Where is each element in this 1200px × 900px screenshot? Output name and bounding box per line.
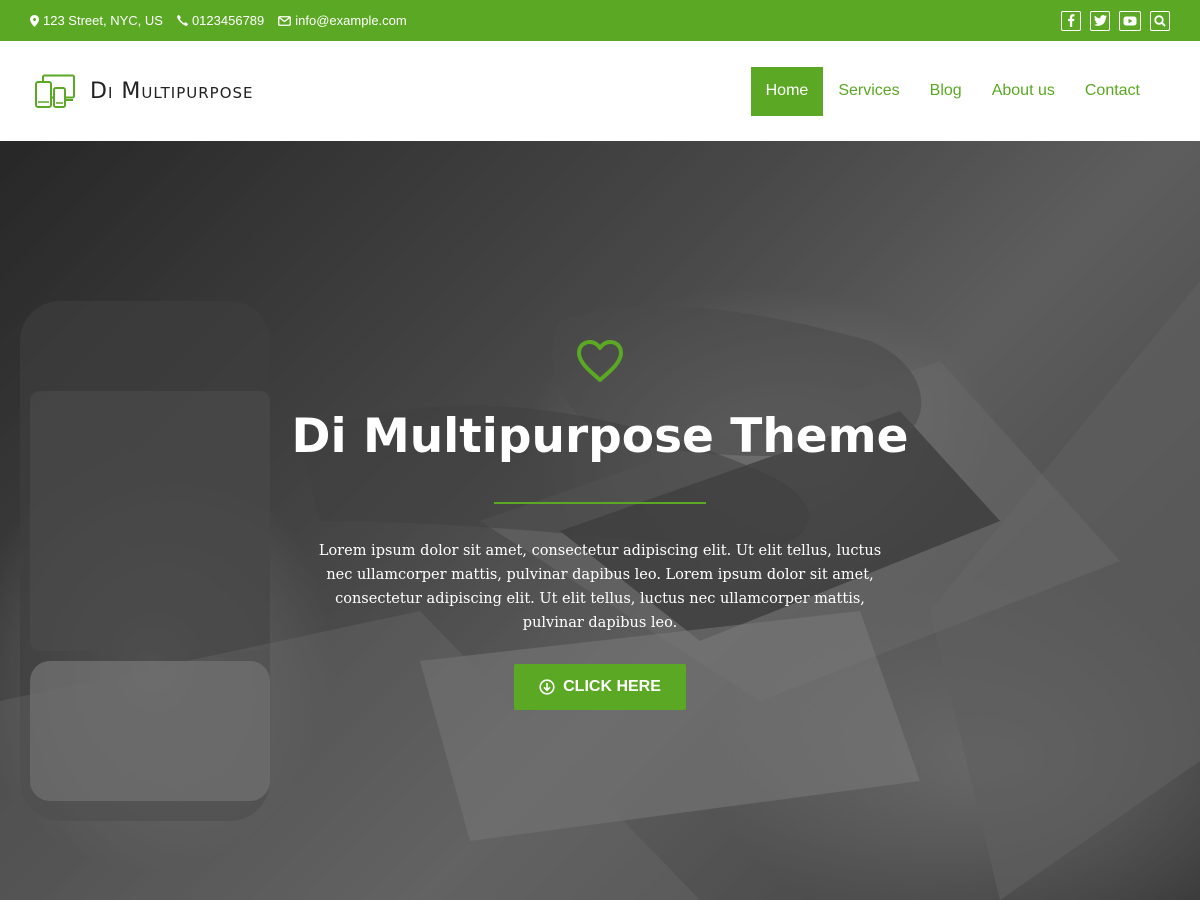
hero-title: Di Multipurpose Theme [291, 409, 909, 464]
nav-item-blog[interactable]: Blog [915, 67, 977, 116]
nav-item-contact[interactable]: Contact [1070, 67, 1155, 116]
envelope-icon [278, 15, 292, 26]
hero-section: Di Multipurpose Theme Lorem ipsum dolor … [0, 141, 1200, 900]
twitter-icon [1093, 15, 1107, 26]
search-icon [1154, 14, 1166, 27]
devices-logo-icon [35, 74, 75, 108]
map-marker-icon [30, 14, 39, 27]
youtube-icon [1123, 16, 1137, 25]
facebook-icon [1068, 14, 1075, 27]
main-nav: Home Services Blog About us Contact [750, 66, 1155, 116]
search-button[interactable] [1150, 10, 1170, 31]
brand[interactable]: Di Multipurpose [35, 74, 254, 109]
email[interactable]: info@example.com [278, 13, 407, 28]
hero-divider [494, 502, 706, 504]
brand-name[interactable]: Di Multipurpose [90, 79, 254, 104]
email-text[interactable]: info@example.com [295, 13, 406, 28]
heart-icon [577, 340, 623, 382]
nav-item-services[interactable]: Services [823, 67, 914, 116]
facebook-button[interactable] [1061, 10, 1081, 31]
hero-description: Lorem ipsum dolor sit amet, consectetur … [318, 543, 882, 631]
arrow-down-circle-icon [539, 679, 555, 695]
click-here-button[interactable]: CLICK HERE [514, 664, 686, 710]
click-here-label[interactable]: CLICK HERE [563, 678, 661, 696]
address-text: 123 Street, NYC, US [43, 13, 163, 28]
hero-content: Di Multipurpose Theme Lorem ipsum dolor … [0, 141, 1200, 900]
twitter-button[interactable] [1090, 10, 1110, 31]
contact-info: 123 Street, NYC, US 0123456789 info@exam… [30, 13, 407, 28]
nav-item-about-us[interactable]: About us [977, 67, 1070, 116]
phone-icon [177, 15, 188, 26]
phone-text[interactable]: 0123456789 [192, 13, 264, 28]
top-bar: 123 Street, NYC, US 0123456789 info@exam… [0, 0, 1200, 41]
address: 123 Street, NYC, US [30, 13, 163, 28]
youtube-button[interactable] [1119, 10, 1141, 31]
phone[interactable]: 0123456789 [177, 13, 264, 28]
nav-item-home[interactable]: Home [750, 66, 824, 116]
site-header: Di Multipurpose Home Services Blog About… [0, 41, 1200, 141]
social-links [1061, 10, 1170, 31]
